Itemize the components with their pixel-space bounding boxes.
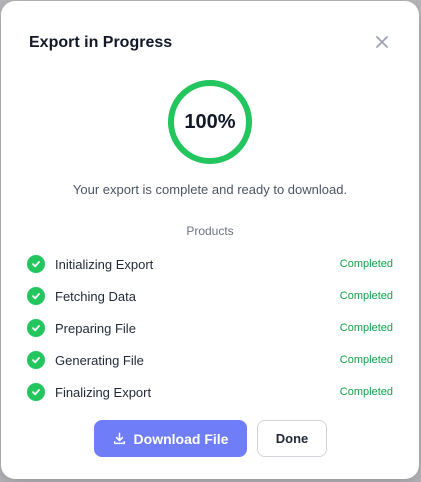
step-item: Fetching Data Completed [27,280,393,312]
check-circle-icon [27,383,45,401]
step-list: Initializing Export Completed Fetching D… [27,248,393,408]
step-item: Finalizing Export Completed [27,376,393,408]
download-icon [113,432,125,445]
step-status: Completed [339,386,393,398]
step-label: Initializing Export [55,256,154,272]
step-label: Generating File [55,352,144,368]
step-label: Finalizing Export [55,384,152,400]
check-circle-icon [27,287,45,305]
step-status: Completed [339,258,393,270]
close-button[interactable] [371,31,393,53]
download-file-label: Download File [133,430,229,447]
step-item: Generating File Completed [27,344,393,376]
check-circle-icon [27,255,45,273]
close-icon [376,36,388,48]
status-message: Your export is complete and ready to dow… [72,182,348,197]
step-status: Completed [339,322,393,334]
step-item: Initializing Export Completed [27,248,393,280]
progress-percent: 100% [184,110,236,133]
step-status: Completed [339,290,393,302]
export-dialog: Export in Progress 100% Your export is c… [1,1,419,479]
download-file-button[interactable]: Download File [94,420,247,457]
done-button[interactable]: Done [257,420,327,457]
step-label: Preparing File [55,320,136,336]
export-entity: Products [186,224,234,238]
dialog-title: Export in Progress [29,34,173,51]
progress-ring: 100% [167,79,253,165]
step-item: Preparing File Completed [27,312,393,344]
check-circle-icon [27,319,45,337]
step-label: Fetching Data [55,288,136,304]
step-status: Completed [339,354,393,366]
check-circle-icon [27,351,45,369]
